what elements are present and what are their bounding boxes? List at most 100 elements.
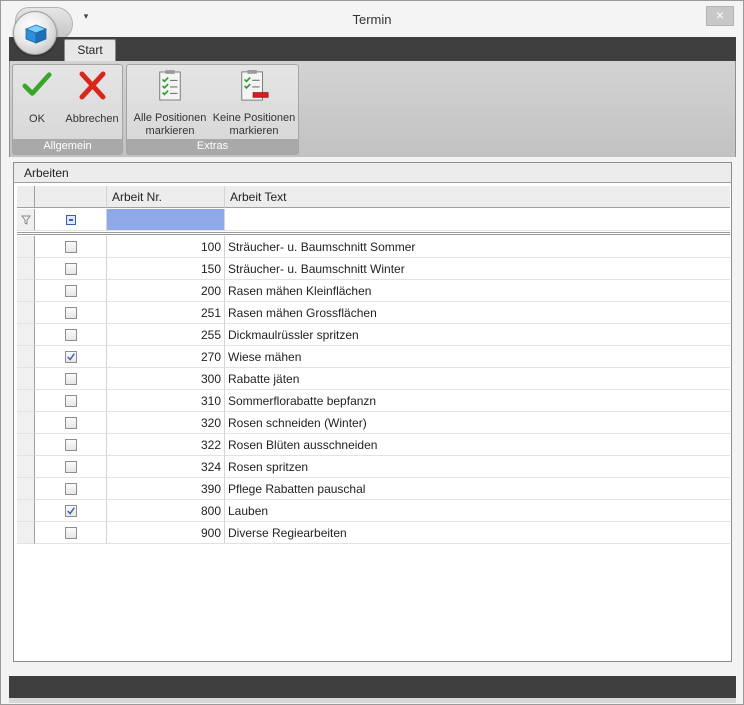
check-cell <box>35 280 107 302</box>
arbeit-nr-cell[interactable]: 100 <box>107 236 225 258</box>
table-row[interactable]: 320 Rosen schneiden (Winter) <box>17 412 730 434</box>
arbeit-text-cell[interactable]: Rasen mähen Kleinflächen <box>225 280 730 302</box>
check-cell <box>35 500 107 522</box>
abbrechen-button[interactable]: Abbrechen <box>61 69 123 126</box>
filter-arbeit-nr-input[interactable] <box>107 209 225 231</box>
table-row[interactable]: 900 Diverse Regiearbeiten <box>17 522 730 544</box>
arbeit-nr-cell[interactable]: 300 <box>107 368 225 390</box>
filter-arbeit-text-input[interactable] <box>225 209 730 231</box>
row-checkbox[interactable] <box>65 505 77 517</box>
row-checkbox[interactable] <box>65 329 77 341</box>
column-header-arbeit-nr[interactable]: Arbeit Nr. <box>107 186 225 208</box>
row-checkbox[interactable] <box>65 483 77 495</box>
alle-positionen-markieren-button[interactable]: Alle Positionen markieren <box>130 69 210 138</box>
arbeit-nr-cell[interactable]: 255 <box>107 324 225 346</box>
arbeit-nr-cell[interactable]: 324 <box>107 456 225 478</box>
arbeit-nr-cell[interactable]: 200 <box>107 280 225 302</box>
ribbon-group-allgemein: OK Abbrechen Allgemein <box>12 64 123 155</box>
arbeit-text-cell[interactable]: Sträucher- u. Baumschnitt Winter <box>225 258 730 280</box>
row-indicator[interactable] <box>17 500 35 522</box>
arbeit-text-cell[interactable]: Sträucher- u. Baumschnitt Sommer <box>225 236 730 258</box>
tab-start[interactable]: Start <box>64 39 116 61</box>
table-row[interactable]: 200 Rasen mähen Kleinflächen <box>17 280 730 302</box>
arbeit-nr-cell[interactable]: 900 <box>107 522 225 544</box>
status-bar <box>9 676 736 698</box>
row-checkbox[interactable] <box>65 461 77 473</box>
row-indicator[interactable] <box>17 434 35 456</box>
filter-funnel-icon <box>21 215 31 225</box>
row-indicator[interactable] <box>17 456 35 478</box>
filter-check-cell[interactable] <box>35 209 107 231</box>
row-indicator[interactable] <box>17 522 35 544</box>
table-row[interactable]: 324 Rosen spritzen <box>17 456 730 478</box>
arbeit-text-cell[interactable]: Diverse Regiearbeiten <box>225 522 730 544</box>
check-cell <box>35 522 107 544</box>
row-checkbox[interactable] <box>65 241 77 253</box>
filter-checkbox-indeterminate[interactable] <box>66 215 76 225</box>
keine-positionen-label-line2: markieren <box>229 125 279 137</box>
check-cell <box>35 258 107 280</box>
row-indicator[interactable] <box>17 258 35 280</box>
row-checkbox[interactable] <box>65 439 77 451</box>
row-indicator[interactable] <box>17 412 35 434</box>
row-indicator[interactable] <box>17 280 35 302</box>
arbeiten-panel: Arbeiten Arbeit Nr. Arbeit Text 100 Strä… <box>13 162 732 662</box>
row-indicator[interactable] <box>17 236 35 258</box>
row-indicator[interactable] <box>17 346 35 368</box>
arbeit-nr-cell[interactable]: 390 <box>107 478 225 500</box>
table-row[interactable]: 150 Sträucher- u. Baumschnitt Winter <box>17 258 730 280</box>
column-header-check[interactable] <box>35 186 107 208</box>
table-row[interactable]: 251 Rasen mähen Grossflächen <box>17 302 730 324</box>
arbeit-text-cell[interactable]: Lauben <box>225 500 730 522</box>
arbeit-nr-cell[interactable]: 800 <box>107 500 225 522</box>
keine-positionen-markieren-button[interactable]: Keine Positionen markieren <box>211 69 297 138</box>
column-header-arbeit-text[interactable]: Arbeit Text <box>225 186 730 208</box>
check-cell <box>35 324 107 346</box>
row-indicator[interactable] <box>17 390 35 412</box>
arbeit-text-cell[interactable]: Rosen schneiden (Winter) <box>225 412 730 434</box>
table-row[interactable]: 255 Dickmaulrüssler spritzen <box>17 324 730 346</box>
table-row[interactable]: 310 Sommerflorabatte bepfanzn <box>17 390 730 412</box>
row-indicator[interactable] <box>17 302 35 324</box>
row-checkbox[interactable] <box>65 285 77 297</box>
ok-button[interactable]: OK <box>19 69 55 126</box>
arbeit-text-cell[interactable]: Wiese mähen <box>225 346 730 368</box>
arbeit-nr-cell[interactable]: 320 <box>107 412 225 434</box>
arbeit-nr-cell[interactable]: 251 <box>107 302 225 324</box>
table-row[interactable]: 100 Sträucher- u. Baumschnitt Sommer <box>17 236 730 258</box>
row-indicator[interactable] <box>17 368 35 390</box>
row-checkbox[interactable] <box>65 263 77 275</box>
arbeit-text-cell[interactable]: Rabatte jäten <box>225 368 730 390</box>
row-checkbox[interactable] <box>65 307 77 319</box>
row-checkbox[interactable] <box>65 417 77 429</box>
close-button[interactable]: × <box>706 6 734 26</box>
title-bar: ▾ Termin × <box>1 1 743 41</box>
arbeit-text-cell[interactable]: Rasen mähen Grossflächen <box>225 302 730 324</box>
table-row[interactable]: 300 Rabatte jäten <box>17 368 730 390</box>
arbeit-nr-cell[interactable]: 310 <box>107 390 225 412</box>
arbeit-nr-cell[interactable]: 270 <box>107 346 225 368</box>
check-icon <box>22 72 52 96</box>
table-row[interactable]: 270 Wiese mähen <box>17 346 730 368</box>
arbeit-nr-cell[interactable]: 322 <box>107 434 225 456</box>
arbeit-text-cell[interactable]: Sommerflorabatte bepfanzn <box>225 390 730 412</box>
table-row[interactable]: 390 Pflege Rabatten pauschal <box>17 478 730 500</box>
row-checkbox[interactable] <box>65 527 77 539</box>
arbeit-text-cell[interactable]: Rosen spritzen <box>225 456 730 478</box>
table-row[interactable]: 322 Rosen Blüten ausschneiden <box>17 434 730 456</box>
check-cell <box>35 346 107 368</box>
arbeit-text-cell[interactable]: Rosen Blüten ausschneiden <box>225 434 730 456</box>
table-row[interactable]: 800 Lauben <box>17 500 730 522</box>
arbeit-nr-cell[interactable]: 150 <box>107 258 225 280</box>
row-checkbox[interactable] <box>65 351 77 363</box>
group-caption-allgemein: Allgemein <box>13 139 122 154</box>
checklist-minus-icon <box>241 70 269 101</box>
application-menu-button[interactable] <box>13 11 57 55</box>
row-indicator[interactable] <box>17 478 35 500</box>
row-checkbox[interactable] <box>65 373 77 385</box>
arbeit-text-cell[interactable]: Dickmaulrüssler spritzen <box>225 324 730 346</box>
arbeit-text-cell[interactable]: Pflege Rabatten pauschal <box>225 478 730 500</box>
row-checkbox[interactable] <box>65 395 77 407</box>
row-indicator[interactable] <box>17 324 35 346</box>
alle-positionen-label-line1: Alle Positionen <box>133 112 207 124</box>
